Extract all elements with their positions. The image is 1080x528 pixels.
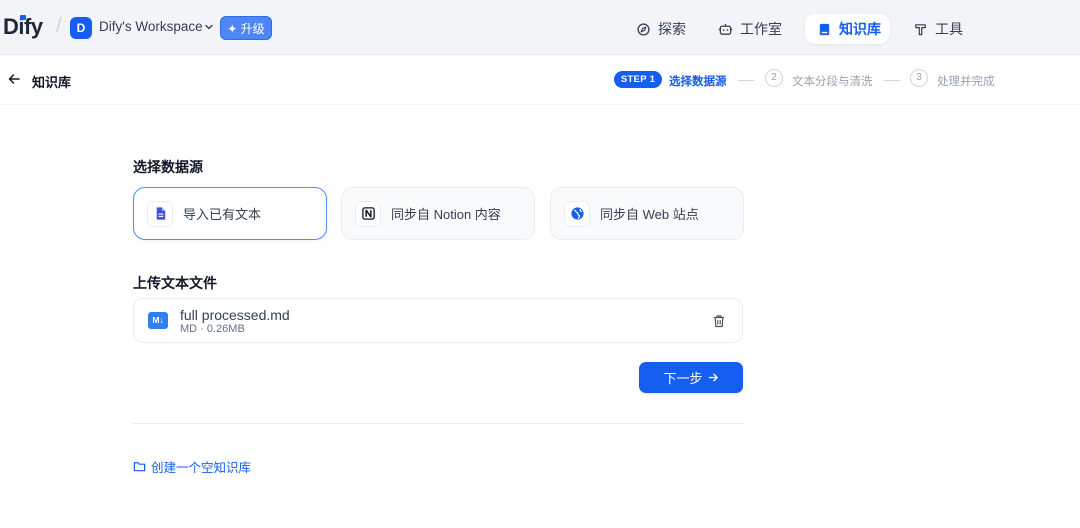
document-icon [156,207,165,220]
step-connector [884,80,900,81]
create-empty-knowledge-link[interactable]: 创建一个空知识库 [133,457,251,476]
step-2-label: 文本分段与清洗 [792,76,873,88]
page-title: 知识库 [32,75,72,90]
section-divider [133,423,743,424]
arrow-right-icon [708,373,718,382]
next-step-button[interactable]: 下一步 [639,362,743,393]
chevron-down-icon[interactable] [203,21,215,33]
workspace-name[interactable]: Dify's Workspace [99,19,203,34]
sub-header: 知识库 STEP 1 选择数据源 2 文本分段与清洗 3 处理并完成 [0,55,1080,105]
logo-letters-fy: fy [24,14,43,39]
globe-icon [570,207,584,220]
book-icon [819,23,830,35]
nav-explore[interactable]: 探索 [624,14,698,44]
file-name: full processed.md [180,307,290,323]
step-1-badge: STEP 1 [614,71,662,88]
dify-logo[interactable]: Dify [3,14,43,40]
source-icon-wrap [147,200,173,227]
tools-icon [915,23,926,35]
folder-icon [133,462,146,472]
breadcrumb-separator: / [56,15,62,37]
top-header: Dify / D Dify's Workspace ✦ 升级 探索 工作室 知识… [0,0,1080,55]
source-web-sync[interactable]: 同步自 Web 站点 [550,187,744,240]
upgrade-button[interactable]: ✦ 升级 [220,16,272,40]
source-section-title: 选择数据源 [133,159,203,175]
source-icon-wrap [564,200,590,227]
nav-knowledge-label: 知识库 [839,21,881,37]
step-3-number: 3 [910,69,928,87]
upload-section-title: 上传文本文件 [133,275,217,291]
step-3-label: 处理并完成 [937,76,995,88]
logo-letter-d: D [3,14,19,39]
next-step-label: 下一步 [663,371,703,386]
nav-knowledge[interactable]: 知识库 [805,14,890,44]
source-notion-sync[interactable]: 同步自 Notion 内容 [341,187,535,240]
source-web-sync-label: 同步自 Web 站点 [600,207,699,222]
create-empty-knowledge-label: 创建一个空知识库 [151,461,252,475]
step-2-number: 2 [765,69,783,87]
source-notion-sync-label: 同步自 Notion 内容 [391,207,501,222]
file-meta: MD · 0.26MB [180,323,245,335]
step-1-label: 选择数据源 [669,76,727,88]
workspace-avatar[interactable]: D [70,17,92,39]
source-import-text[interactable]: 导入已有文本 [133,187,327,240]
source-import-text-label: 导入已有文本 [183,207,262,222]
uploaded-file-item[interactable]: M↓ full processed.md MD · 0.26MB [133,298,743,343]
nav-tools[interactable]: 工具 [901,14,975,44]
nav-studio[interactable]: 工作室 [706,14,794,44]
nav-studio-label: 工作室 [740,21,782,37]
notion-icon [361,207,375,220]
logo-letter-i: i [18,14,25,39]
robot-icon [718,23,733,35]
nav-tools-label: 工具 [935,21,963,37]
arrow-left-icon[interactable] [7,72,21,86]
trash-icon[interactable] [712,314,726,328]
nav-explore-label: 探索 [658,21,686,37]
compass-icon [637,22,650,36]
step-connector [738,80,754,81]
markdown-icon: M↓ [148,312,168,329]
source-icon-wrap [355,200,381,227]
